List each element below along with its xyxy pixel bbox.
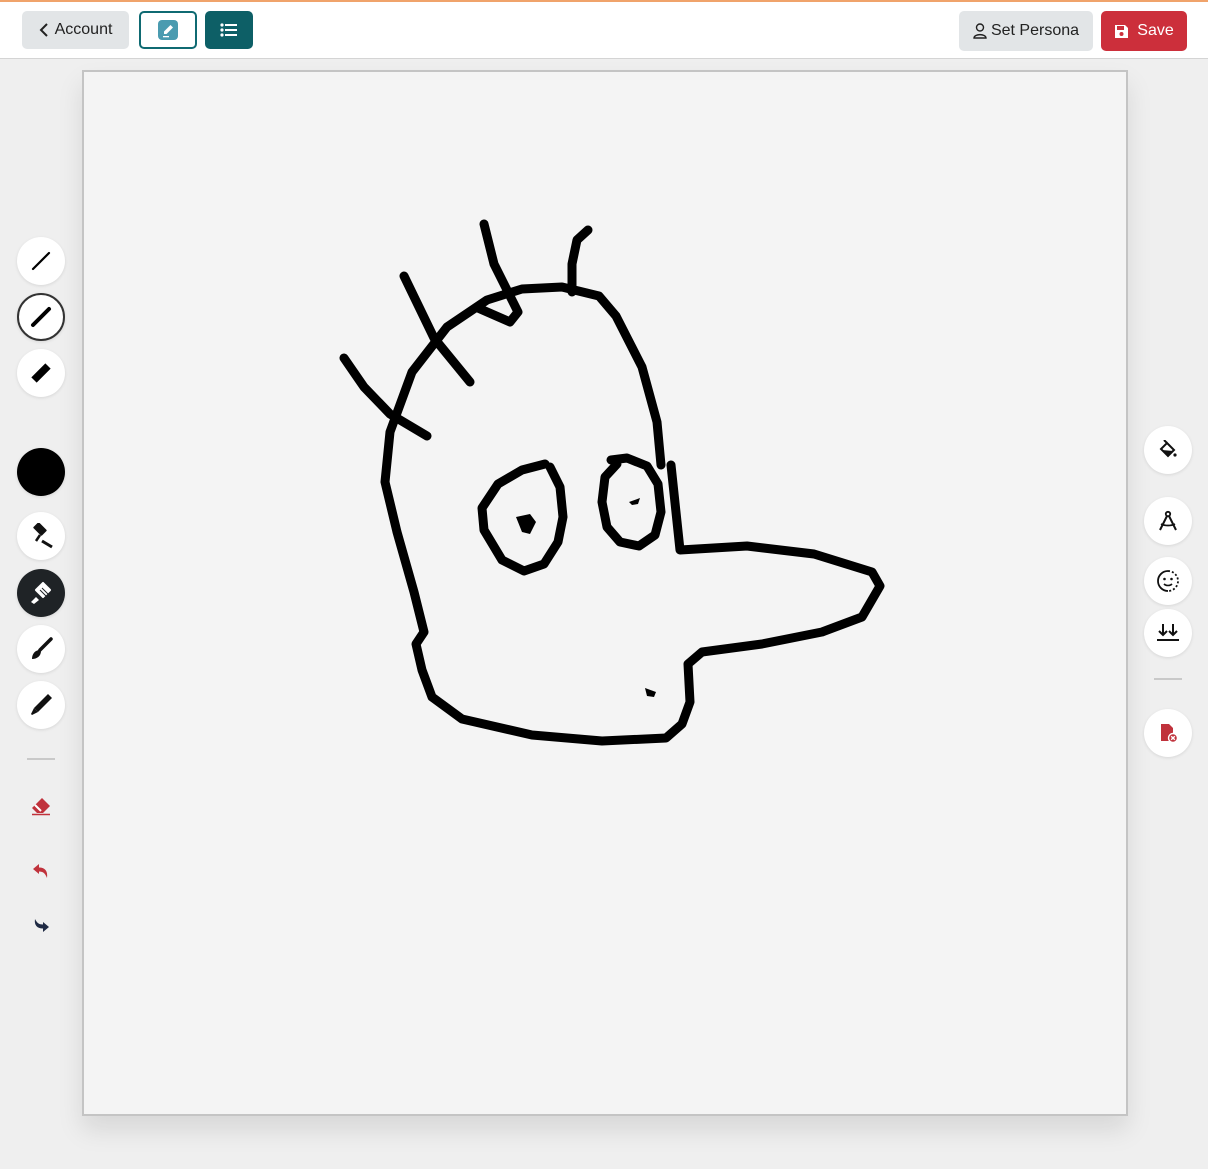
marker-button[interactable] bbox=[17, 681, 65, 729]
fill-bucket-icon bbox=[1159, 440, 1177, 458]
right-pupil bbox=[629, 498, 640, 505]
left-toolbar-divider bbox=[27, 758, 55, 760]
eraser-icon bbox=[32, 798, 50, 816]
save-button[interactable]: Save bbox=[1101, 11, 1187, 51]
marker-icon bbox=[31, 694, 52, 715]
roller-brush-button[interactable] bbox=[17, 512, 65, 560]
stroke-thick-button[interactable] bbox=[17, 349, 65, 397]
chevron-left-icon bbox=[39, 23, 48, 37]
face-icon bbox=[1157, 570, 1179, 592]
drawing-strokes bbox=[339, 219, 885, 746]
fine-brush-button[interactable] bbox=[17, 625, 65, 673]
compass-icon bbox=[1159, 510, 1177, 531]
left-pupil bbox=[516, 514, 536, 534]
drawing-canvas[interactable] bbox=[82, 70, 1128, 1116]
fill-bucket-button[interactable] bbox=[1144, 426, 1192, 474]
account-label: Account bbox=[54, 21, 113, 38]
fine-brush-icon bbox=[32, 637, 53, 659]
wide-brush-icon bbox=[31, 581, 52, 604]
redo-button[interactable] bbox=[17, 903, 65, 951]
set-persona-label: Set Persona bbox=[990, 22, 1080, 39]
merge-down-icon bbox=[1157, 624, 1179, 641]
wide-brush-button[interactable] bbox=[17, 569, 65, 617]
medium-line-icon bbox=[31, 307, 51, 327]
list-view-button[interactable] bbox=[205, 11, 253, 49]
compass-tool-button[interactable] bbox=[1144, 497, 1192, 545]
undo-icon bbox=[33, 864, 48, 878]
stroke-medium-button[interactable] bbox=[17, 293, 65, 341]
right-toolbar-divider bbox=[1154, 678, 1182, 680]
draw-mode-button[interactable] bbox=[139, 11, 197, 49]
hair-center-stroke bbox=[473, 219, 523, 327]
roller-brush-icon bbox=[33, 523, 53, 549]
thick-line-icon bbox=[31, 363, 51, 383]
top-bar: Account Set Persona Save bbox=[0, 0, 1208, 59]
head-outline-stroke bbox=[380, 282, 885, 746]
clear-document-button[interactable] bbox=[1144, 709, 1192, 757]
person-icon bbox=[973, 23, 987, 39]
clear-document-icon bbox=[1161, 724, 1178, 743]
eraser-button[interactable] bbox=[17, 782, 65, 830]
merge-down-button[interactable] bbox=[1144, 609, 1192, 657]
color-picker-button[interactable] bbox=[17, 448, 65, 496]
set-persona-button[interactable]: Set Persona bbox=[959, 11, 1093, 51]
account-back-button[interactable]: Account bbox=[22, 11, 129, 49]
face-tool-button[interactable] bbox=[1144, 557, 1192, 605]
thin-line-icon bbox=[31, 251, 51, 271]
mouth-dot bbox=[645, 688, 656, 697]
redo-icon bbox=[34, 919, 49, 932]
save-label: Save bbox=[1137, 22, 1174, 39]
pencil-square-icon bbox=[158, 20, 178, 40]
stroke-thin-button[interactable] bbox=[17, 237, 65, 285]
undo-button[interactable] bbox=[17, 847, 65, 895]
hair-right-stroke bbox=[567, 225, 593, 297]
list-icon bbox=[220, 23, 237, 37]
floppy-disk-icon bbox=[1115, 24, 1129, 38]
